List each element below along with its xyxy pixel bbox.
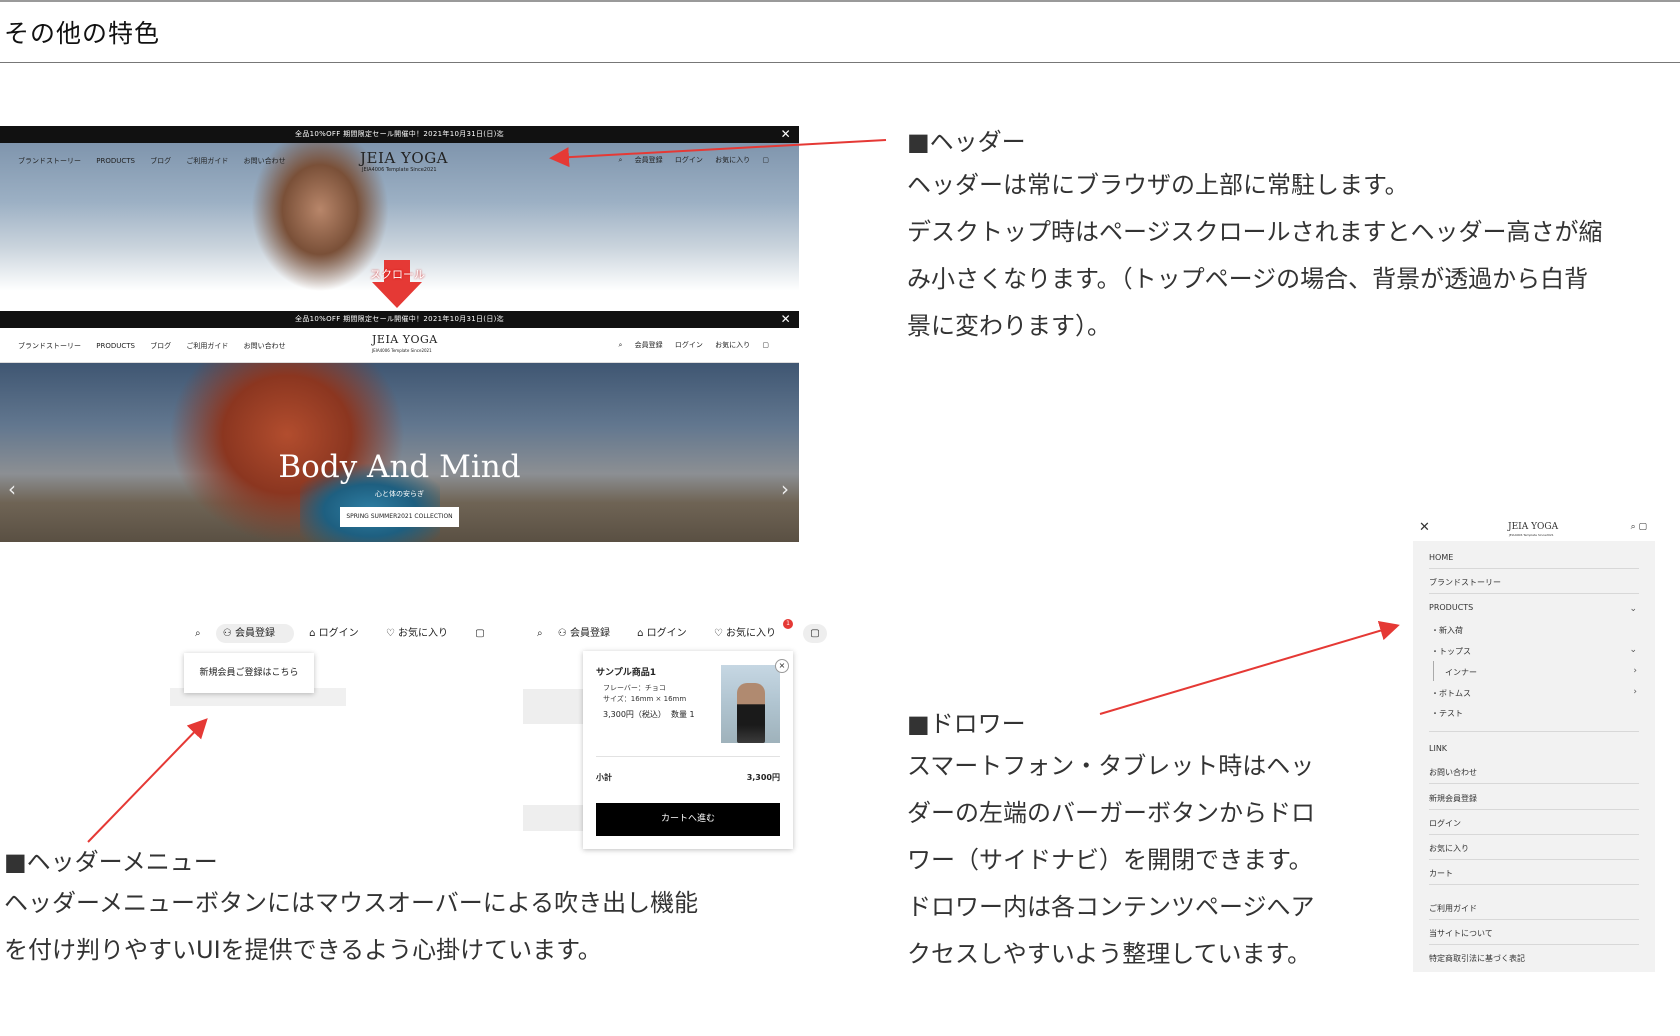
annotation-arrows [87,139,1400,843]
drawer-arrow [1099,620,1400,715]
menu-arrow [87,718,208,843]
header-arrow [549,139,887,168]
